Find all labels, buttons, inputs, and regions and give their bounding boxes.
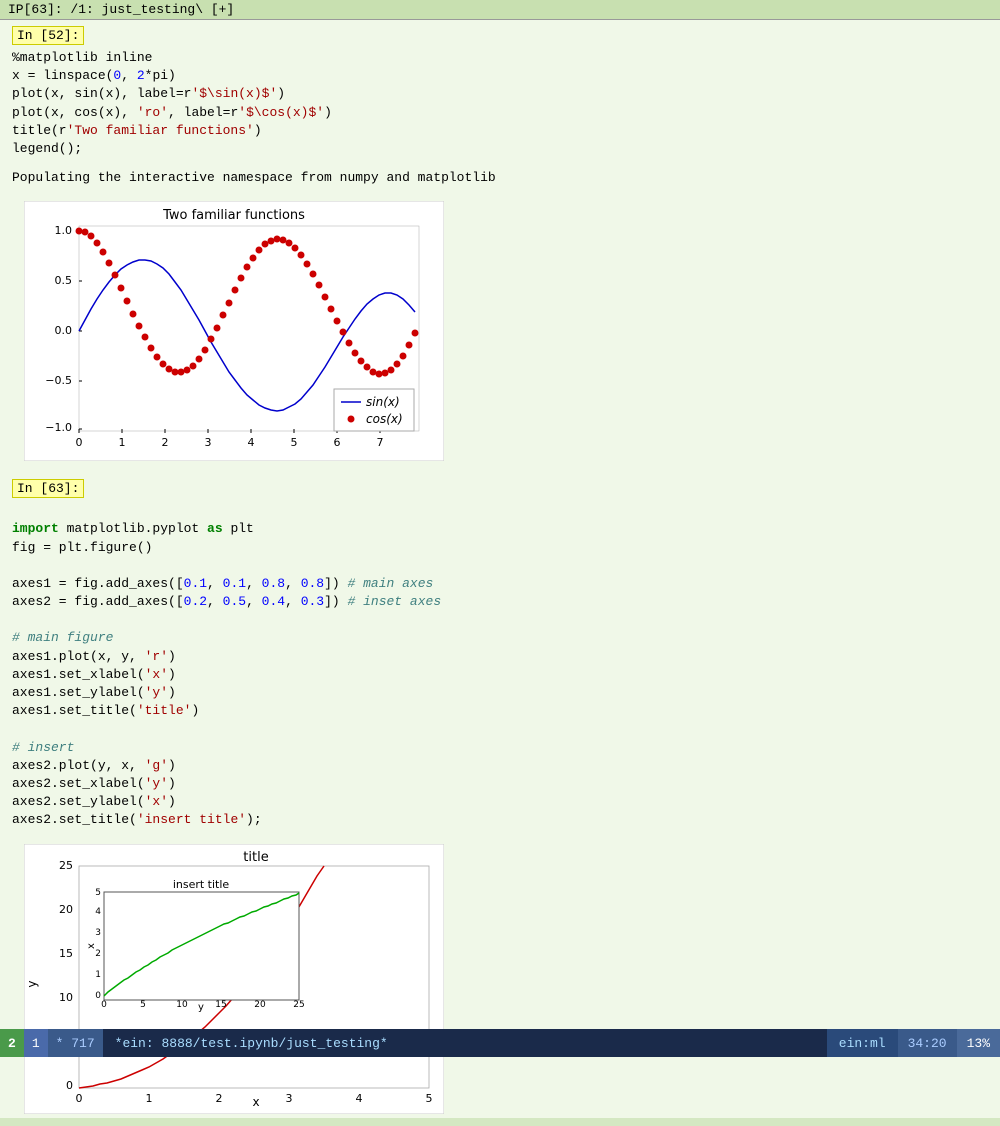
chart-2-svg: title y x 0 5 10 15 20 25 0 1 2 3 4 5 bbox=[24, 844, 444, 1114]
status-right: ein:ml 34:20 13% bbox=[827, 1029, 1000, 1057]
chart-2-container: title y x 0 5 10 15 20 25 0 1 2 3 4 5 bbox=[24, 844, 1000, 1118]
svg-text:5: 5 bbox=[95, 888, 101, 898]
status-position: 34:20 bbox=[898, 1029, 957, 1057]
svg-text:4: 4 bbox=[248, 436, 255, 449]
svg-text:x: x bbox=[252, 1095, 259, 1109]
status-vim-mode: ein:ml bbox=[827, 1029, 898, 1057]
svg-text:Two familiar functions: Two familiar functions bbox=[162, 208, 305, 223]
svg-text:2: 2 bbox=[95, 949, 101, 959]
svg-text:5: 5 bbox=[140, 1000, 146, 1010]
status-mode-2: 1 bbox=[24, 1029, 48, 1057]
svg-text:3: 3 bbox=[205, 436, 212, 449]
output-namespace-text: Populating the interactive namespace fro… bbox=[12, 168, 992, 189]
svg-text:2: 2 bbox=[216, 1092, 223, 1105]
svg-text:6: 6 bbox=[334, 436, 341, 449]
svg-text:0: 0 bbox=[76, 436, 83, 449]
status-filename: *ein: 8888/test.ipynb/just_testing* bbox=[103, 1029, 827, 1057]
status-mode-1: 2 bbox=[0, 1029, 24, 1057]
svg-text:5: 5 bbox=[291, 436, 298, 449]
svg-text:insert title: insert title bbox=[173, 878, 230, 891]
svg-text:4: 4 bbox=[356, 1092, 363, 1105]
status-indicator: * 717 bbox=[48, 1029, 103, 1057]
status-bar: 2 1 * 717 *ein: 8888/test.ipynb/just_tes… bbox=[0, 1029, 1000, 1057]
svg-text:15: 15 bbox=[59, 947, 73, 960]
svg-text:25: 25 bbox=[59, 859, 73, 872]
svg-text:1: 1 bbox=[95, 970, 101, 980]
cell-52-label: In [52]: bbox=[12, 26, 84, 45]
svg-text:10: 10 bbox=[59, 991, 73, 1004]
cell-63-input: In [63]: import matplotlib.pyplot as plt… bbox=[0, 473, 1000, 835]
svg-text:1: 1 bbox=[146, 1092, 153, 1105]
svg-text:0: 0 bbox=[66, 1079, 73, 1092]
cell-52-output-text: Populating the interactive namespace fro… bbox=[0, 164, 1000, 193]
svg-text:y: y bbox=[25, 980, 39, 987]
title-bar: IP[63]: /1: just_testing\ [+] bbox=[0, 0, 1000, 20]
svg-text:cos(x): cos(x) bbox=[366, 412, 403, 426]
svg-text:0.5: 0.5 bbox=[55, 274, 73, 287]
svg-text:10: 10 bbox=[176, 1000, 188, 1010]
svg-text:0.0: 0.0 bbox=[55, 324, 73, 337]
cell-52-input: In [52]: %matplotlib inline x = linspace… bbox=[0, 20, 1000, 164]
svg-text:3: 3 bbox=[95, 928, 101, 938]
svg-text:title: title bbox=[243, 850, 268, 865]
svg-text:3: 3 bbox=[286, 1092, 293, 1105]
svg-text:0: 0 bbox=[101, 1000, 107, 1010]
svg-text:0: 0 bbox=[76, 1092, 83, 1105]
cell-52-code: %matplotlib inline x = linspace(0, 2*pi)… bbox=[12, 47, 992, 160]
svg-text:sin(x): sin(x) bbox=[366, 395, 400, 409]
cell-63-label: In [63]: bbox=[12, 479, 84, 498]
svg-text:−1.0: −1.0 bbox=[45, 421, 72, 434]
svg-text:15: 15 bbox=[215, 1000, 226, 1010]
title-text: IP[63]: /1: just_testing\ [+] bbox=[8, 2, 234, 17]
status-percent: 13% bbox=[957, 1029, 1000, 1057]
svg-text:20: 20 bbox=[254, 1000, 266, 1010]
svg-text:20: 20 bbox=[59, 903, 73, 916]
svg-text:2: 2 bbox=[162, 436, 169, 449]
svg-text:y: y bbox=[198, 1002, 204, 1013]
svg-text:1.0: 1.0 bbox=[55, 224, 73, 237]
notebook: In [52]: %matplotlib inline x = linspace… bbox=[0, 20, 1000, 1118]
svg-text:4: 4 bbox=[95, 907, 101, 917]
svg-text:25: 25 bbox=[293, 1000, 304, 1010]
svg-text:7: 7 bbox=[377, 436, 384, 449]
chart-1-container: Two familiar functions 1.0 0.5 0.0 −0.5 … bbox=[24, 201, 1000, 465]
svg-text:1: 1 bbox=[119, 436, 126, 449]
chart-1-svg: Two familiar functions 1.0 0.5 0.0 −0.5 … bbox=[24, 201, 444, 461]
svg-text:5: 5 bbox=[426, 1092, 433, 1105]
cell-63-code: import matplotlib.pyplot as plt fig = pl… bbox=[12, 500, 992, 831]
svg-text:−0.5: −0.5 bbox=[45, 374, 72, 387]
